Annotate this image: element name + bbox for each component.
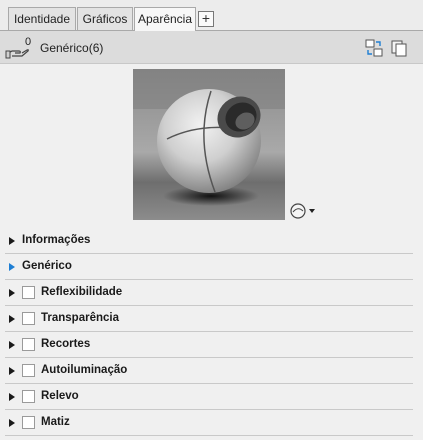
panel-matiz[interactable]: Matiz xyxy=(0,410,423,436)
panel-reflexibilidade[interactable]: Reflexibilidade xyxy=(0,280,423,306)
duplicate-icon[interactable] xyxy=(390,39,408,57)
panel-label: Matiz xyxy=(41,416,70,428)
recortes-checkbox[interactable] xyxy=(22,338,35,351)
divider xyxy=(5,435,413,436)
panel-autoiluminacao[interactable]: Autoiluminação xyxy=(0,358,423,384)
panel-transparencia[interactable]: Transparência xyxy=(0,306,423,332)
expand-arrow-icon[interactable] xyxy=(9,237,15,245)
panel-label: Reflexibilidade xyxy=(41,286,123,298)
expand-arrow-icon[interactable] xyxy=(9,419,15,427)
panel-label: Autoiluminação xyxy=(41,364,128,376)
panel-label: Recortes xyxy=(41,338,91,350)
chevron-down-icon[interactable] xyxy=(309,209,315,213)
render-preview-icon[interactable] xyxy=(290,203,316,219)
material-title: Genérico(6) xyxy=(40,41,104,55)
tab-graficos[interactable]: Gráficos xyxy=(77,7,133,30)
material-count: 0 xyxy=(25,36,32,48)
expand-arrow-icon[interactable] xyxy=(9,367,15,375)
panel-label: Transparência xyxy=(41,312,119,324)
expand-arrow-icon[interactable] xyxy=(9,393,15,401)
relevo-checkbox[interactable] xyxy=(22,390,35,403)
swap-material-icon[interactable] xyxy=(365,39,383,57)
material-header: 0 Genérico(6) xyxy=(0,31,423,64)
add-tab-button[interactable]: + xyxy=(198,11,214,27)
material-preview-image xyxy=(133,69,285,220)
matiz-checkbox[interactable] xyxy=(22,416,35,429)
panel-label: Genérico xyxy=(22,260,72,272)
material-preview-area xyxy=(0,64,423,226)
tab-aparencia[interactable]: Aparência xyxy=(134,7,196,31)
tab-identidade[interactable]: Identidade xyxy=(8,7,76,30)
expand-arrow-icon[interactable] xyxy=(9,263,15,271)
panel-label: Relevo xyxy=(41,390,79,402)
panel-label: Informações xyxy=(22,234,91,246)
panel-generico[interactable]: Genérico xyxy=(0,254,423,280)
transparencia-checkbox[interactable] xyxy=(22,312,35,325)
expand-arrow-icon[interactable] xyxy=(9,341,15,349)
expand-arrow-icon[interactable] xyxy=(9,315,15,323)
panel-recortes[interactable]: Recortes xyxy=(0,332,423,358)
panel-relevo[interactable]: Relevo xyxy=(0,384,423,410)
expand-arrow-icon[interactable] xyxy=(9,289,15,297)
panel-informacoes[interactable]: Informações xyxy=(0,228,423,254)
tab-bar: Identidade Gráficos Aparência + xyxy=(0,0,423,31)
reflexibilidade-checkbox[interactable] xyxy=(22,286,35,299)
autoiluminacao-checkbox[interactable] xyxy=(22,364,35,377)
